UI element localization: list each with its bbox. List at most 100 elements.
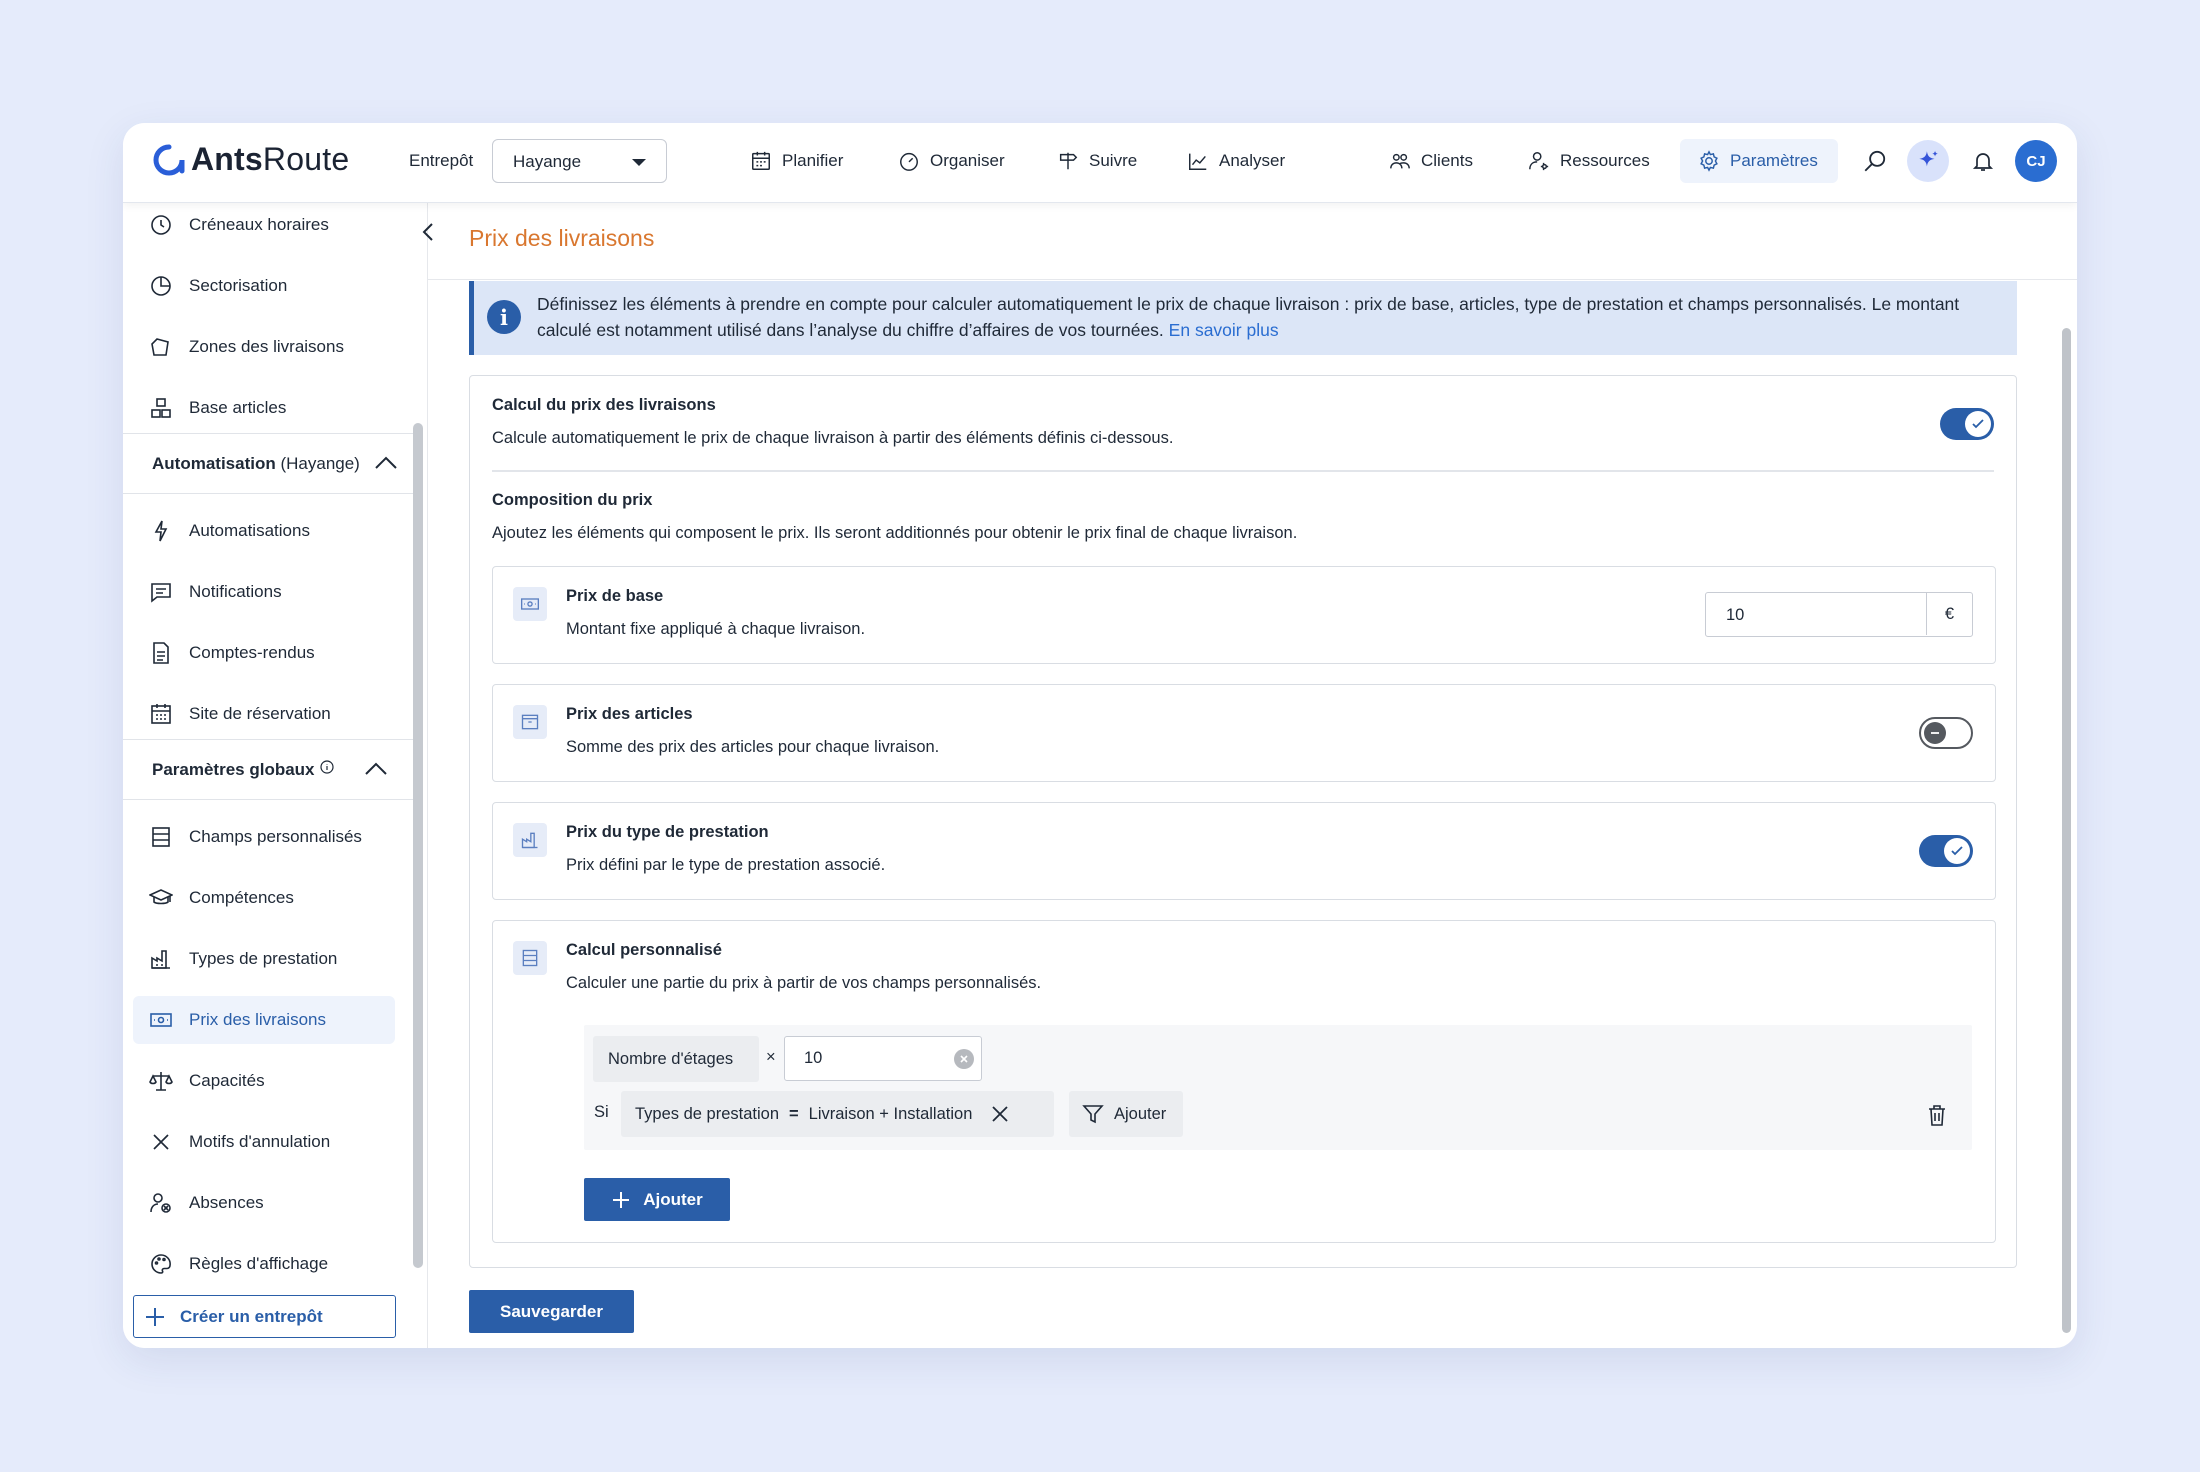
sidebar-item-sectorisation[interactable]: Sectorisation [133,262,395,310]
main-scrollbar[interactable] [2062,328,2071,1333]
articles-price-section: Prix des articles Somme des prix des art… [492,684,1996,782]
sidebar-item-creneaux[interactable]: Créneaux horaires [133,201,395,249]
articles-price-description: Somme des prix des articles pour chaque … [566,738,940,756]
x-icon [153,1134,169,1150]
sidebar-item-zones[interactable]: Zones des livraisons [133,323,395,371]
service-price-section: Prix du type de prestation Prix défini p… [492,802,1996,900]
sidebar-item-types-prestation[interactable]: Types de prestation [133,935,395,983]
service-price-toggle[interactable] [1919,835,1973,867]
sidebar-item-label: Comptes-rendus [189,643,315,662]
sidebar-item-regles-affichage[interactable]: Règles d'affichage [133,1240,395,1288]
remove-condition-icon[interactable] [990,1104,1010,1124]
factory-icon [521,832,538,849]
sidebar-item-absences[interactable]: Absences [133,1179,395,1227]
clear-icon[interactable] [954,1049,974,1069]
sidebar-item-label: Prix des livraisons [189,1010,326,1029]
scale-icon [149,1072,173,1091]
nav-label: Paramètres [1730,151,1818,170]
sidebar-item-motifs-annulation[interactable]: Motifs d'annulation [133,1118,395,1166]
factor-input[interactable]: 10 [784,1036,982,1081]
nav-analyser[interactable]: Analyser [1187,139,1285,183]
sidebar-item-notifications[interactable]: Notifications [133,568,395,616]
collapse-sidebar-button[interactable] [413,217,443,247]
base-price-title: Prix de base [566,587,664,605]
info-circle-icon [319,759,334,774]
sidebar-item-label: Capacités [189,1071,265,1090]
factory-icon [151,950,170,969]
add-calc-button[interactable]: Ajouter [584,1178,730,1221]
sidebar-item-site-reservation[interactable]: Site de réservation [133,690,395,738]
save-button[interactable]: Sauvegarder [469,1290,634,1333]
antsroute-logo[interactable]: AntsRoute [153,141,349,178]
nav-label: Ressources [1560,151,1650,170]
toggle-knob [1924,722,1946,744]
plus-icon [146,1307,164,1326]
nav-label: Analyser [1219,151,1286,170]
warehouse-select[interactable]: Hayange [492,139,667,183]
sidebar-scrollbar[interactable] [413,423,423,1268]
base-price-description: Montant fixe appliqué à chaque livraison… [566,620,866,638]
nav-ressources[interactable]: Ressources [1528,139,1650,183]
page-title: Prix des livraisons [469,225,655,251]
sidebar-item-capacites[interactable]: Capacités [133,1057,395,1105]
trash-icon[interactable] [1926,1103,1948,1127]
brand-name: AntsRoute [191,141,350,177]
plus-icon [613,1191,630,1208]
factory-icon-box [513,823,547,857]
section-divider [492,470,1994,472]
base-price-input[interactable]: 10 € [1705,592,1973,637]
sidebar: Créneaux horaires Sectorisation Zones de… [123,203,413,1348]
condition-operator: = [789,1104,799,1123]
field-chip[interactable]: Nombre d'étages [593,1036,759,1082]
articles-price-toggle[interactable] [1919,717,1973,749]
clock-icon [151,215,171,235]
sidebar-item-prix-livraisons[interactable]: Prix des livraisons [133,996,395,1044]
calendar-grid-icon [151,704,171,724]
composition-title: Composition du prix [492,491,653,509]
search-button[interactable] [1857,143,1893,179]
list-icon [152,827,170,847]
sidebar-item-automatisations[interactable]: Automatisations [133,507,395,555]
learn-more-link[interactable]: En savoir plus [1169,320,1279,340]
create-warehouse-button[interactable]: Créer un entrepôt [133,1295,396,1338]
sidebar-item-base-articles[interactable]: Base articles [133,384,395,432]
info-icon: i [487,300,521,334]
sidebar-item-competences[interactable]: Compétences [133,874,395,922]
document-icon [153,642,169,664]
condition-field: Types de prestation [635,1104,780,1123]
condition-value: Livraison + Installation [808,1104,973,1123]
section-title: Paramètres globaux [152,759,315,779]
custom-calc-description: Calculer une partie du prix à partir de … [566,974,1042,992]
nav-planifier[interactable]: Planifier [750,139,843,183]
add-calc-label: Ajouter [643,1189,703,1209]
nav-suivre[interactable]: Suivre [1057,139,1137,183]
user-avatar[interactable]: CJ [2015,140,2057,182]
sidebar-item-label: Créneaux horaires [189,215,329,234]
base-price-section: Prix de base Montant fixe appliqué à cha… [492,566,1996,664]
condition-chip[interactable]: Types de prestation = Livraison + Instal… [621,1091,1054,1137]
calc-toggle[interactable] [1940,408,1994,440]
ai-assistant-button[interactable] [1907,140,1949,182]
chart-icon [1189,153,1207,170]
sparkle-icon [1919,150,1938,167]
base-price-value: 10 [1726,606,1745,624]
graduation-icon [149,889,173,905]
section-automatisation[interactable]: Automatisation (Hayange) [123,433,413,494]
nav-clients[interactable]: Clients [1389,139,1473,183]
nav-parametres[interactable]: Paramètres [1680,139,1838,183]
add-filter-button[interactable]: Ajouter [1069,1091,1183,1137]
info-text: Définissez les éléments à prendre en com… [537,294,1960,340]
section-parametres-globaux[interactable]: Paramètres globaux [123,739,413,800]
nav-organiser[interactable]: Organiser [898,139,1005,183]
notifications-button[interactable] [1965,143,2001,179]
service-price-title: Prix du type de prestation [566,823,769,841]
service-price-description: Prix défini par le type de prestation as… [566,856,886,874]
sidebar-item-champs-personnalises[interactable]: Champs personnalisés [133,813,395,861]
money-icon-box [513,587,547,621]
nav-label: Planifier [782,151,844,170]
box-icon-box [513,705,547,739]
signpost-icon [1059,152,1078,170]
top-header: AntsRoute Entrepôt Hayange Planifier Org… [123,123,2077,203]
sidebar-item-label: Notifications [189,582,282,601]
sidebar-item-comptes-rendus[interactable]: Comptes-rendus [133,629,395,677]
